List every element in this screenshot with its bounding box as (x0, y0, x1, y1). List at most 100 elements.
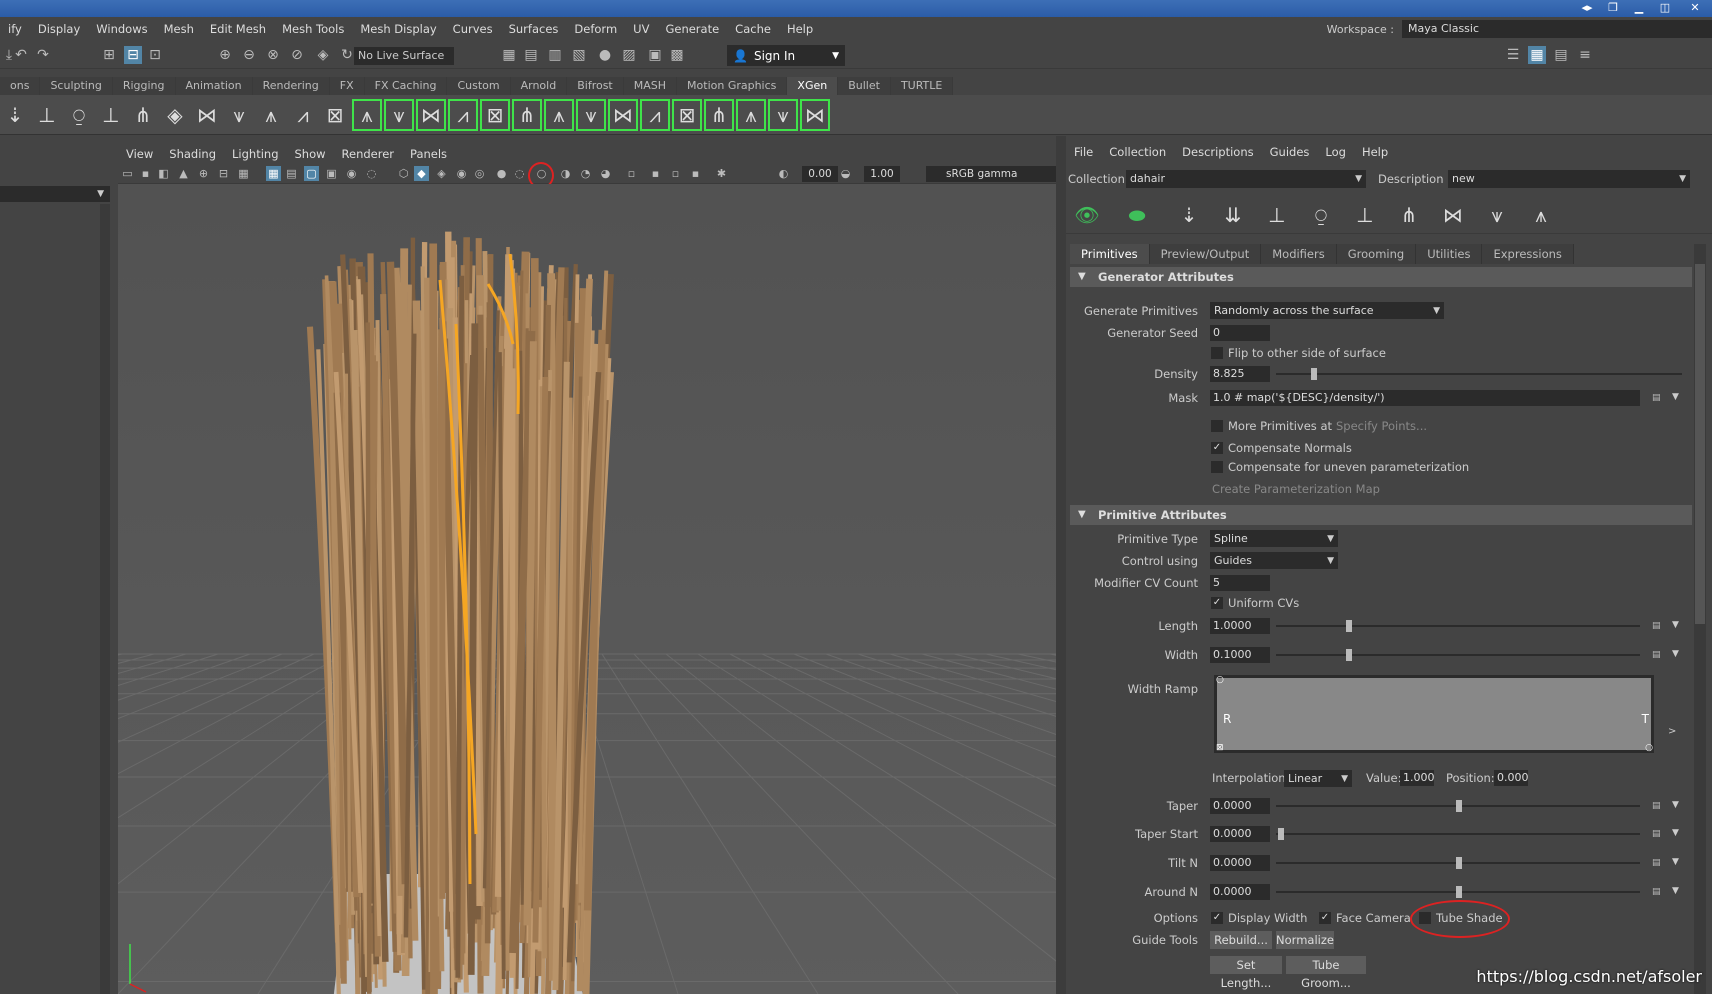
xgen-groom-tool-icon[interactable]: ⩘ (448, 99, 478, 131)
chevron-down-icon[interactable]: ▼ (1672, 886, 1679, 896)
menu-item[interactable]: Deform (566, 22, 625, 36)
shelf-tool-icon[interactable]: ⩛ (224, 99, 254, 131)
exposure-field[interactable]: 0.00 (802, 166, 838, 182)
shadows-icon[interactable]: ◉ (344, 166, 359, 181)
map-icon[interactable]: ▤ (1652, 858, 1664, 868)
interpolation-dropdown[interactable]: Linear ▼ (1284, 770, 1352, 787)
ramp-value-field[interactable]: 1.000 (1400, 770, 1435, 786)
shelf-tab[interactable]: FX Caching (364, 77, 448, 95)
snap-point-icon[interactable]: ⊗ (264, 46, 282, 64)
guide-move-icon[interactable]: ⇊ (1216, 200, 1250, 230)
smooth-shade-icon[interactable]: ▢ (304, 166, 319, 181)
shelf-tab[interactable]: Animation (175, 77, 253, 95)
width-field[interactable]: 0.1000 (1210, 647, 1270, 663)
around-n-slider-thumb[interactable] (1456, 886, 1462, 898)
ui-icon[interactable]: ▪ (688, 166, 703, 181)
specify-points-button[interactable]: Specify Points... (1336, 419, 1427, 433)
motion-blur-icon[interactable]: ◌ (512, 166, 527, 181)
select-object-icon[interactable]: ⊡ (146, 46, 164, 64)
xgen-menu-item[interactable]: Log (1317, 145, 1354, 159)
compensate-normals-checkbox[interactable]: ✓ (1211, 442, 1223, 454)
density-slider-thumb[interactable] (1311, 368, 1317, 380)
more-primitives-checkbox[interactable] (1211, 420, 1223, 432)
guide-add-icon[interactable]: ⇣ (1172, 200, 1206, 230)
lock-guide-icon[interactable]: ⊥ (1348, 200, 1382, 230)
xgen-menu-item[interactable]: Help (1354, 145, 1396, 159)
xray-active-icon[interactable]: ◆ (414, 166, 429, 181)
grid-icon[interactable]: ⊕ (196, 166, 211, 181)
panel-dropdown[interactable]: ▼ (0, 186, 110, 202)
tab-utilities[interactable]: Utilities (1416, 244, 1483, 264)
tool-settings-icon[interactable]: ▤ (1552, 46, 1570, 64)
shelf-tab[interactable]: Custom (447, 77, 511, 95)
hud-icon[interactable]: ▪ (648, 166, 663, 181)
rebuild-button[interactable]: Rebuild... (1210, 931, 1272, 949)
xgen-menu-item[interactable]: Descriptions (1174, 145, 1262, 159)
shelf-tool-icon[interactable]: ◈ (160, 99, 190, 131)
guide-rebuild-icon[interactable]: ⋈ (1436, 200, 1470, 230)
shelf-tab[interactable]: Sculpting (40, 77, 113, 95)
uniform-cvs-checkbox[interactable]: ✓ (1211, 597, 1223, 609)
xgen-groom-tool-icon[interactable]: ⋈ (608, 99, 638, 131)
viewport-menu-item[interactable]: Shading (161, 147, 224, 161)
ramp-key-icon[interactable]: ⊠ (1216, 743, 1224, 753)
default-light-icon[interactable]: ▣ (324, 166, 339, 181)
xgen-menu-item[interactable]: Collection (1101, 145, 1174, 159)
xray-joints-icon[interactable]: ◈ (434, 166, 449, 181)
camera-icon[interactable]: ▭ (120, 166, 135, 181)
ramp-position-field[interactable]: 0.000 (1494, 770, 1529, 786)
tab-modifiers[interactable]: Modifiers (1261, 244, 1337, 264)
ramp-key-icon[interactable]: ○ (1216, 675, 1224, 685)
shelf-tab[interactable]: Rigging (112, 77, 176, 95)
window-icon[interactable]: ❐ (1600, 0, 1626, 17)
channel-box-icon[interactable]: ☰ (1504, 46, 1522, 64)
menu-item[interactable]: Surfaces (501, 22, 567, 36)
grid-toggle-icon[interactable]: ▦ (266, 166, 281, 181)
taper-start-field[interactable]: 0.0000 (1210, 826, 1270, 842)
tilt-n-field[interactable]: 0.0000 (1210, 855, 1270, 871)
xgen-groom-tool-icon[interactable]: ⩛ (576, 99, 606, 131)
primitive-type-dropdown[interactable]: Spline ▼ (1210, 530, 1338, 547)
xgen-groom-tool-icon[interactable]: ⩛ (768, 99, 798, 131)
minimize-icon[interactable]: ▁ (1626, 0, 1652, 17)
taper-start-slider-thumb[interactable] (1278, 828, 1284, 840)
menu-item[interactable]: Display (30, 22, 88, 36)
xgen-groom-tool-icon[interactable]: ⩚ (544, 99, 574, 131)
expand-icon[interactable]: ◂▸ (1574, 0, 1600, 17)
shelf-tool-icon[interactable]: ⊠ (320, 99, 350, 131)
shelf-tab[interactable]: MASH (623, 77, 678, 95)
width-slider[interactable] (1276, 654, 1640, 656)
viewport-menu-item[interactable]: View (118, 147, 161, 161)
tilt-n-slider-thumb[interactable] (1456, 857, 1462, 869)
textured-icon[interactable]: ◎ (472, 166, 487, 181)
xgen-groom-tool-icon[interactable]: ⩘ (640, 99, 670, 131)
taper-slider-thumb[interactable] (1456, 800, 1462, 812)
select-tool-icon[interactable]: ⊞ (100, 46, 118, 64)
map-icon[interactable]: ▤ (1652, 393, 1664, 403)
scroll-thumb[interactable] (1695, 264, 1705, 624)
select-guide-icon[interactable]: ⍜ (1304, 200, 1338, 230)
snap-curve-icon[interactable]: ⊖ (240, 46, 258, 64)
shelf-tab[interactable]: Motion Graphics (677, 77, 788, 95)
chevron-down-icon[interactable]: ▼ (1672, 857, 1679, 867)
xgen-groom-tool-icon[interactable]: ⊠ (672, 99, 702, 131)
shelf-tool-icon[interactable]: ⩚ (256, 99, 286, 131)
color-mgmt-icon[interactable]: ◒ (838, 166, 853, 181)
xgen-scrollbar[interactable] (1694, 244, 1706, 994)
density-slider[interactable] (1276, 373, 1682, 375)
taper-field[interactable]: 0.0000 (1210, 798, 1270, 814)
shelf-tab[interactable]: Bifrost (567, 77, 624, 95)
shelf-tool-icon[interactable]: ⋈ (192, 99, 222, 131)
3d-scene[interactable] (118, 184, 1056, 994)
ipr-render-icon[interactable]: ▥ (546, 46, 564, 64)
generate-primitives-dropdown[interactable]: Randomly across the surface ▼ (1210, 302, 1444, 319)
film-gate-icon[interactable]: ⊟ (216, 166, 231, 181)
panel-splitter[interactable] (1056, 136, 1066, 994)
description-dropdown[interactable]: new ▼ (1448, 170, 1690, 188)
sign-in-button[interactable]: 👤 Sign In ▼ (727, 45, 845, 66)
ramp-key-icon[interactable]: ○ (1645, 743, 1653, 753)
chevron-down-icon[interactable]: ▼ (1672, 828, 1679, 838)
shelf-tab[interactable]: Rendering (252, 77, 330, 95)
menu-item[interactable]: Generate (657, 22, 727, 36)
ramp-expand-icon[interactable]: > (1668, 726, 1676, 737)
